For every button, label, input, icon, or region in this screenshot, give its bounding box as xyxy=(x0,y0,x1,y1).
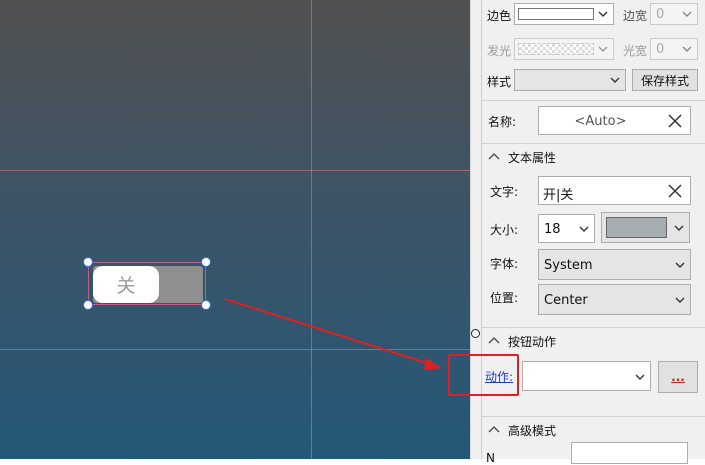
border-width-value: 0 xyxy=(656,7,665,22)
chevron-down-icon xyxy=(579,226,589,232)
splitter-grip-icon[interactable] xyxy=(471,329,480,338)
design-canvas[interactable]: 关 xyxy=(0,0,470,459)
text-color-swatch xyxy=(606,217,667,238)
chevron-down-icon xyxy=(682,46,692,52)
text-value: 开|关 xyxy=(543,188,574,203)
font-family-value: System xyxy=(544,258,593,273)
glow-color-picker[interactable] xyxy=(514,38,614,60)
clear-icon[interactable] xyxy=(668,114,682,128)
glow-width-select[interactable]: 0 xyxy=(650,38,698,60)
horizontal-guide-line xyxy=(0,349,470,350)
font-size-value: 18 xyxy=(544,222,561,237)
text-properties-header[interactable]: 文本属性 xyxy=(482,145,705,169)
text-position-value: Center xyxy=(544,293,588,308)
chevron-down-icon xyxy=(598,46,608,52)
font-size-select[interactable]: 18 xyxy=(538,214,595,243)
position-label: 位置: xyxy=(490,291,519,305)
switch-state-text: 关 xyxy=(116,275,136,297)
divider xyxy=(482,416,705,417)
horizontal-guide-line xyxy=(0,170,470,171)
advanced-field-label: N xyxy=(486,451,495,465)
advanced-field-input[interactable] xyxy=(571,442,688,464)
collapse-caret-icon xyxy=(488,153,500,160)
glow-width-label: 光宽 xyxy=(623,44,648,58)
advanced-mode-header[interactable]: 高级模式 xyxy=(482,418,705,442)
glow-label: 发光 xyxy=(487,44,512,58)
switch-knob: 关 xyxy=(93,266,159,303)
divider xyxy=(482,327,705,328)
chevron-down-icon xyxy=(635,374,645,380)
action-more-button[interactable]: ... xyxy=(658,361,698,393)
chevron-down-icon xyxy=(674,225,684,231)
button-action-header[interactable]: 按钮动作 xyxy=(482,329,705,353)
border-width-label: 边宽 xyxy=(623,9,648,23)
section-title: 文本属性 xyxy=(508,151,557,165)
clear-icon[interactable] xyxy=(668,184,682,198)
chevron-down-icon xyxy=(598,11,608,17)
action-select[interactable] xyxy=(522,361,651,391)
border-color-label: 边色 xyxy=(487,9,512,23)
chevron-down-icon xyxy=(675,262,685,268)
style-select[interactable] xyxy=(514,69,626,91)
section-title: 高级模式 xyxy=(508,424,557,438)
name-label: 名称: xyxy=(488,115,517,129)
chevron-down-icon xyxy=(682,11,692,17)
border-width-select[interactable]: 0 xyxy=(650,3,698,25)
border-color-swatch xyxy=(518,8,594,20)
collapse-caret-icon xyxy=(488,426,500,433)
glow-width-value: 0 xyxy=(656,42,665,57)
text-position-select[interactable]: Center xyxy=(538,284,691,315)
highlight-box xyxy=(448,354,519,396)
name-value: <Auto> xyxy=(574,114,627,129)
name-input[interactable]: <Auto> xyxy=(538,106,691,135)
resize-handle-top-left[interactable] xyxy=(83,257,93,267)
glow-color-swatch xyxy=(518,43,594,55)
font-family-select[interactable]: System xyxy=(538,249,691,280)
resize-handle-bottom-left[interactable] xyxy=(83,300,93,310)
text-input[interactable]: 开|关 xyxy=(538,176,691,205)
chevron-down-icon xyxy=(675,297,685,303)
divider xyxy=(482,100,705,101)
save-style-button[interactable]: 保存样式 xyxy=(632,69,698,91)
style-label: 样式 xyxy=(487,75,512,89)
chevron-down-icon xyxy=(610,77,620,83)
text-label: 文字: xyxy=(490,185,519,199)
resize-handle-bottom-right[interactable] xyxy=(201,300,211,310)
divider xyxy=(482,143,705,144)
toggle-switch-widget[interactable]: 关 xyxy=(88,262,206,305)
border-color-picker[interactable] xyxy=(514,3,614,25)
resize-handle-top-right[interactable] xyxy=(201,257,211,267)
section-title: 按钮动作 xyxy=(508,335,557,349)
vertical-guide-line xyxy=(311,0,312,459)
size-label: 大小: xyxy=(490,223,519,237)
font-label: 字体: xyxy=(490,257,519,271)
text-color-picker[interactable] xyxy=(601,212,690,243)
collapse-caret-icon xyxy=(488,337,500,344)
